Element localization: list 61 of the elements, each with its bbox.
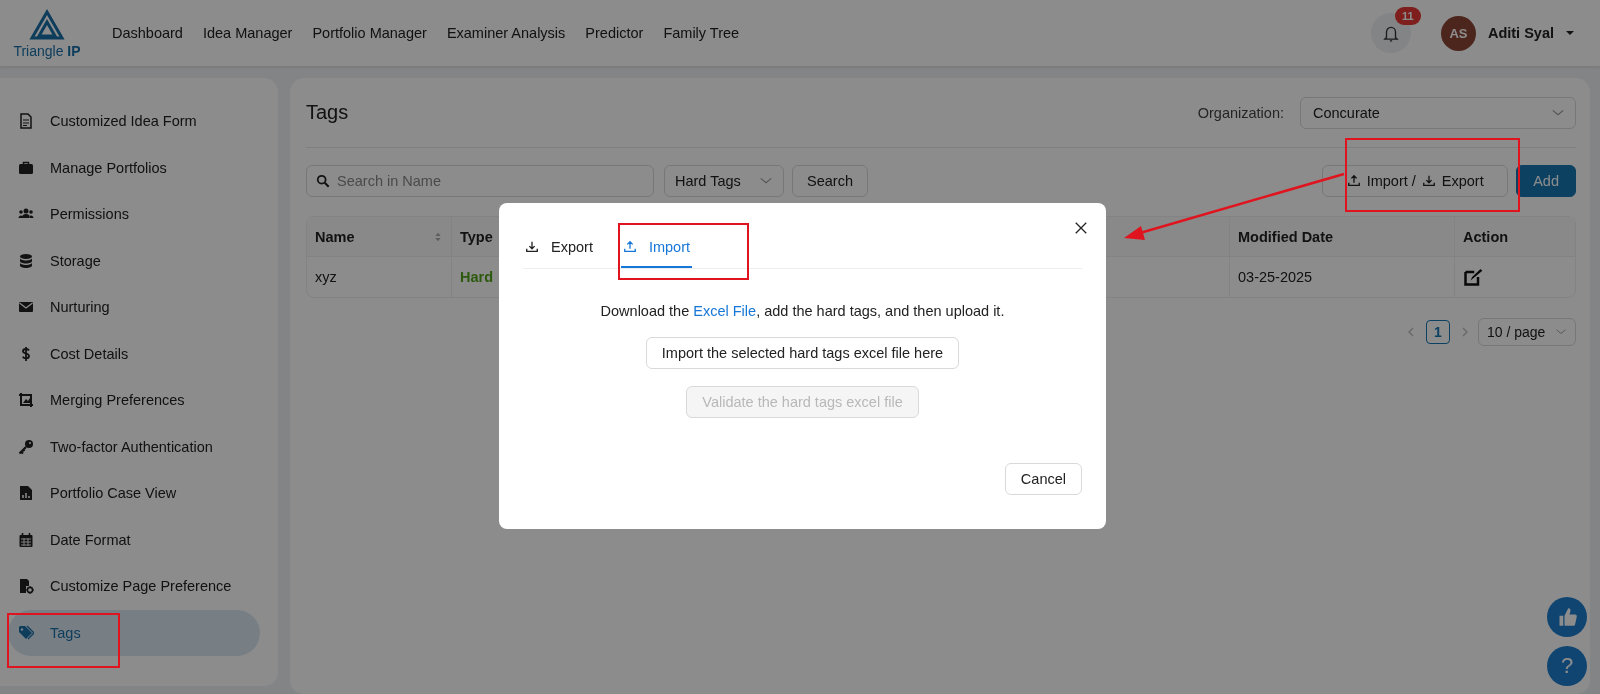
table-cell: xyz bbox=[307, 257, 452, 297]
notification-count: 11 bbox=[1394, 7, 1421, 25]
nav-link[interactable]: Examiner Analysis bbox=[446, 25, 566, 41]
sidebar-item[interactable]: Merging Preferences bbox=[8, 377, 260, 424]
briefcase-icon bbox=[18, 159, 34, 176]
sort-icon bbox=[433, 231, 443, 242]
user-avatar[interactable]: AS bbox=[1440, 15, 1476, 51]
bell-icon bbox=[1381, 24, 1400, 42]
close-icon bbox=[1074, 221, 1088, 235]
nav-link[interactable]: Predictor bbox=[585, 25, 644, 41]
import-file-button[interactable]: Import the selected hard tags excel file here bbox=[645, 337, 960, 369]
search-field[interactable]: Search in Name bbox=[306, 165, 654, 197]
organization-label: Organization: bbox=[1197, 104, 1284, 121]
search-button[interactable]: Search bbox=[792, 165, 868, 197]
page-size-select[interactable]: 10 / page bbox=[1478, 318, 1576, 346]
download-icon bbox=[1421, 174, 1436, 188]
sidebar-item[interactable]: Date Format bbox=[8, 516, 260, 563]
logo-icon bbox=[29, 7, 65, 43]
document-icon bbox=[18, 113, 34, 130]
nav-link[interactable]: Family Tree bbox=[663, 25, 740, 41]
sidebar-item[interactable]: Portfolio Case View bbox=[8, 470, 260, 517]
logo-text: Triangle IP bbox=[13, 43, 81, 59]
nav-link[interactable]: Dashboard bbox=[112, 25, 183, 41]
add-button[interactable]: Add bbox=[1516, 165, 1576, 197]
column-header: Modified Date bbox=[1230, 217, 1455, 257]
key-icon bbox=[18, 438, 34, 455]
tags-icon bbox=[18, 624, 34, 641]
sidebar-item[interactable]: Customized Idea Form bbox=[8, 98, 260, 145]
column-header: Name bbox=[307, 217, 452, 257]
user-name[interactable]: Aditi Syal bbox=[1487, 25, 1554, 41]
organization-select[interactable]: Concurate bbox=[1300, 96, 1576, 129]
download-icon bbox=[525, 240, 539, 254]
import-export-button[interactable]: Import / Export bbox=[1322, 165, 1509, 197]
chart-file-icon bbox=[18, 485, 34, 502]
nav-link[interactable]: Idea Manager bbox=[202, 25, 293, 41]
edit-icon bbox=[1463, 267, 1483, 287]
search-icon bbox=[316, 174, 330, 188]
image-frame-icon bbox=[18, 392, 34, 409]
page-number[interactable]: 1 bbox=[1426, 320, 1450, 344]
thumbs-up-icon bbox=[1557, 607, 1577, 627]
nav-link[interactable]: Portfolio Manager bbox=[312, 25, 427, 41]
sidebar-item[interactable]: Two-factor Authentication bbox=[8, 423, 260, 470]
sidebar-item[interactable]: Nurturing bbox=[8, 284, 260, 331]
cancel-button[interactable]: Cancel bbox=[1004, 463, 1082, 495]
sidebar-item[interactable]: Customize Page Preference bbox=[8, 563, 260, 610]
calendar-icon bbox=[18, 531, 34, 548]
sidebar-item[interactable]: Manage Portfolios bbox=[8, 144, 260, 191]
upload-icon bbox=[622, 240, 637, 254]
instruction-text: Download the Excel File, add the hard tags, and then upload it. bbox=[599, 303, 1006, 319]
gear-file-icon bbox=[18, 578, 34, 595]
sidebar-item[interactable]: Cost Details bbox=[8, 330, 260, 377]
sidebar-item[interactable]: Permissions bbox=[8, 191, 260, 238]
column-header: Action bbox=[1455, 217, 1575, 257]
excel-file-link[interactable]: Excel File bbox=[693, 303, 757, 319]
page-title: Tags bbox=[306, 101, 350, 124]
tag-type-select[interactable]: Hard Tags bbox=[664, 165, 784, 197]
database-icon bbox=[18, 252, 34, 269]
dialog-tab[interactable]: Import bbox=[620, 228, 692, 268]
sidebar-item[interactable]: Storage bbox=[8, 237, 260, 284]
table-cell: 03-25-2025 bbox=[1230, 257, 1455, 297]
upload-icon bbox=[1346, 174, 1361, 188]
